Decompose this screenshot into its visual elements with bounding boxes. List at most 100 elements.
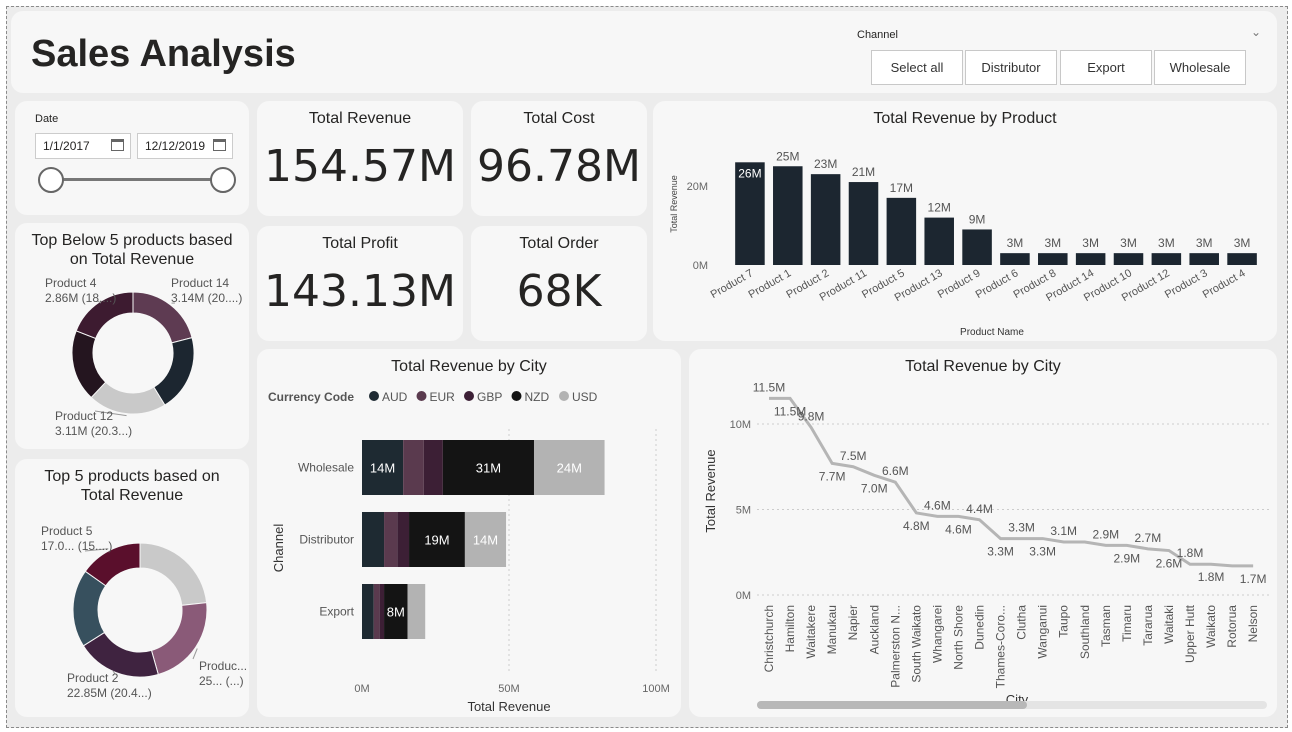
date-range-track[interactable] [51, 178, 223, 181]
slice-value: 3.11M (20.3...) [55, 424, 132, 438]
data-label: 3M [1082, 236, 1099, 250]
legend-marker [511, 391, 522, 401]
wholesale-button[interactable]: Wholesale [1154, 50, 1246, 85]
data-label: 14M [473, 533, 498, 548]
x-tick-label: Timaru [1120, 605, 1134, 642]
slice-label: Product 12 [55, 409, 113, 423]
x-tick-label: 50M [498, 683, 519, 695]
x-tick-label: North Shore [951, 605, 965, 670]
x-axis-title: Product Name [960, 327, 1024, 338]
data-label: 3M [1007, 236, 1024, 250]
x-tick-label: Product 9 [936, 267, 983, 301]
slice-label: Produc... [199, 659, 247, 673]
data-label: 3M [1120, 236, 1137, 250]
kpi-value: 96.78M [477, 141, 641, 192]
category-label: Export [319, 605, 354, 619]
donut-slice [139, 542, 208, 606]
slice-label: Product 5 [41, 524, 93, 538]
stacked-bar-segment [423, 440, 443, 495]
stacked-bar-segment [403, 440, 424, 495]
x-tick-label: 100M [642, 683, 670, 695]
x-tick-label: 0M [354, 683, 369, 695]
bar [924, 217, 954, 265]
stacked-bar-segment [362, 584, 374, 639]
data-label: 3M [1158, 236, 1175, 250]
slice-value: 2.86M (18....) [45, 291, 116, 305]
kpi-value: 143.13M [264, 266, 456, 317]
data-label: 2.9M [1092, 527, 1119, 541]
channel-slicer-label: Channel [857, 29, 898, 41]
calendar-icon[interactable] [111, 139, 124, 151]
x-tick-label: Napier [846, 605, 860, 640]
y-tick-label: 10M [730, 419, 751, 431]
category-label: Wholesale [298, 461, 354, 475]
slice-label: Product 14 [171, 276, 229, 290]
x-tick-label: Christchurch [762, 605, 776, 672]
x-tick-label: Auckland [867, 605, 881, 654]
bar [773, 166, 803, 265]
data-label: 4.4M [966, 502, 993, 516]
x-tick-label: Whangarei [930, 605, 944, 663]
y-axis-title: Total Revenue [669, 175, 679, 233]
date-label: Date [35, 113, 59, 125]
data-label: 6.6M [882, 464, 909, 478]
start-date-value: 1/1/2017 [43, 139, 90, 153]
date-range-end-handle[interactable] [210, 167, 236, 193]
date-range-start-handle[interactable] [38, 167, 64, 193]
distributor-button[interactable]: Distributor [965, 50, 1057, 85]
revenue-by-product-chart: Total Revenue 0M 20M 26M Product 7 25M Product… [669, 149, 1257, 338]
kpi-total-order: Total Order 68K [471, 226, 647, 341]
date-slicer-card: Date 1/1/2017 12/12/2019 [15, 101, 249, 215]
data-label: 4.6M [924, 498, 951, 512]
export-button[interactable]: Export [1060, 50, 1152, 85]
x-tick-label: Hamilton [783, 605, 797, 652]
data-label: 9.8M [798, 409, 825, 423]
revenue-by-channel-chart: Currency Code AUD EUR GBP NZD USD Wholesale 14M… [268, 390, 670, 714]
stacked-bar-segment [362, 512, 385, 567]
data-label: 23M [814, 157, 837, 171]
x-tick-label: Product 3 [1163, 267, 1210, 301]
data-label: 3M [1234, 236, 1251, 250]
page-title: Sales Analysis [31, 33, 296, 75]
revenue-by-channel-card: Total Revenue by City Currency Code AUD EU… [257, 349, 681, 717]
data-label: 7.5M [840, 449, 867, 463]
slice-value: 25... (...) [199, 674, 244, 688]
donut-slice [153, 336, 195, 406]
y-tick-label: 20M [687, 181, 708, 193]
data-label: 19M [424, 533, 449, 548]
horizontal-scrollbar-thumb[interactable] [757, 701, 1027, 709]
start-date-input[interactable]: 1/1/2017 [35, 133, 131, 159]
kpi-value: 68K [516, 266, 602, 317]
data-label: 2.9M [1114, 551, 1141, 565]
y-axis-title: Channel [271, 524, 286, 573]
bar [1227, 253, 1257, 265]
select-all-button[interactable]: Select all [871, 50, 963, 85]
data-label: 24M [557, 461, 582, 476]
bar [1113, 253, 1144, 265]
slice-value: 3.14M (20....) [171, 291, 242, 305]
x-tick-label: Product 7 [709, 267, 756, 301]
x-tick-label: Product 6 [974, 267, 1021, 301]
legend-label: EUR [430, 390, 456, 404]
calendar-icon[interactable] [213, 139, 226, 151]
bar [886, 197, 917, 265]
legend-label: AUD [382, 390, 408, 404]
header-card: Sales Analysis Channel ⌄ Select all Dist… [11, 11, 1277, 93]
y-tick-label: 0M [736, 590, 751, 602]
stacked-bar-segment [373, 584, 380, 639]
stacked-bar-segment [407, 584, 426, 639]
x-axis-title: Total Revenue [467, 699, 550, 714]
x-tick-label: Product 1 [747, 267, 794, 301]
x-tick-label: Taupo [1057, 605, 1071, 638]
top-products-donut: Produc...25... (...) Product 222.85M (20.… [41, 524, 247, 700]
data-label: 12M [928, 201, 951, 215]
kpi-total-revenue: Total Revenue 154.57M [257, 101, 463, 216]
chevron-down-icon[interactable]: ⌄ [1251, 25, 1261, 39]
kpi-label: Total Order [519, 235, 599, 252]
x-tick-label: Nelson [1246, 605, 1260, 642]
end-date-input[interactable]: 12/12/2019 [137, 133, 233, 159]
legend-label: USD [572, 390, 598, 404]
bar [1000, 253, 1030, 265]
stacked-bar-segment [379, 584, 385, 639]
slice-value: 17.0... (15....) [41, 539, 112, 553]
